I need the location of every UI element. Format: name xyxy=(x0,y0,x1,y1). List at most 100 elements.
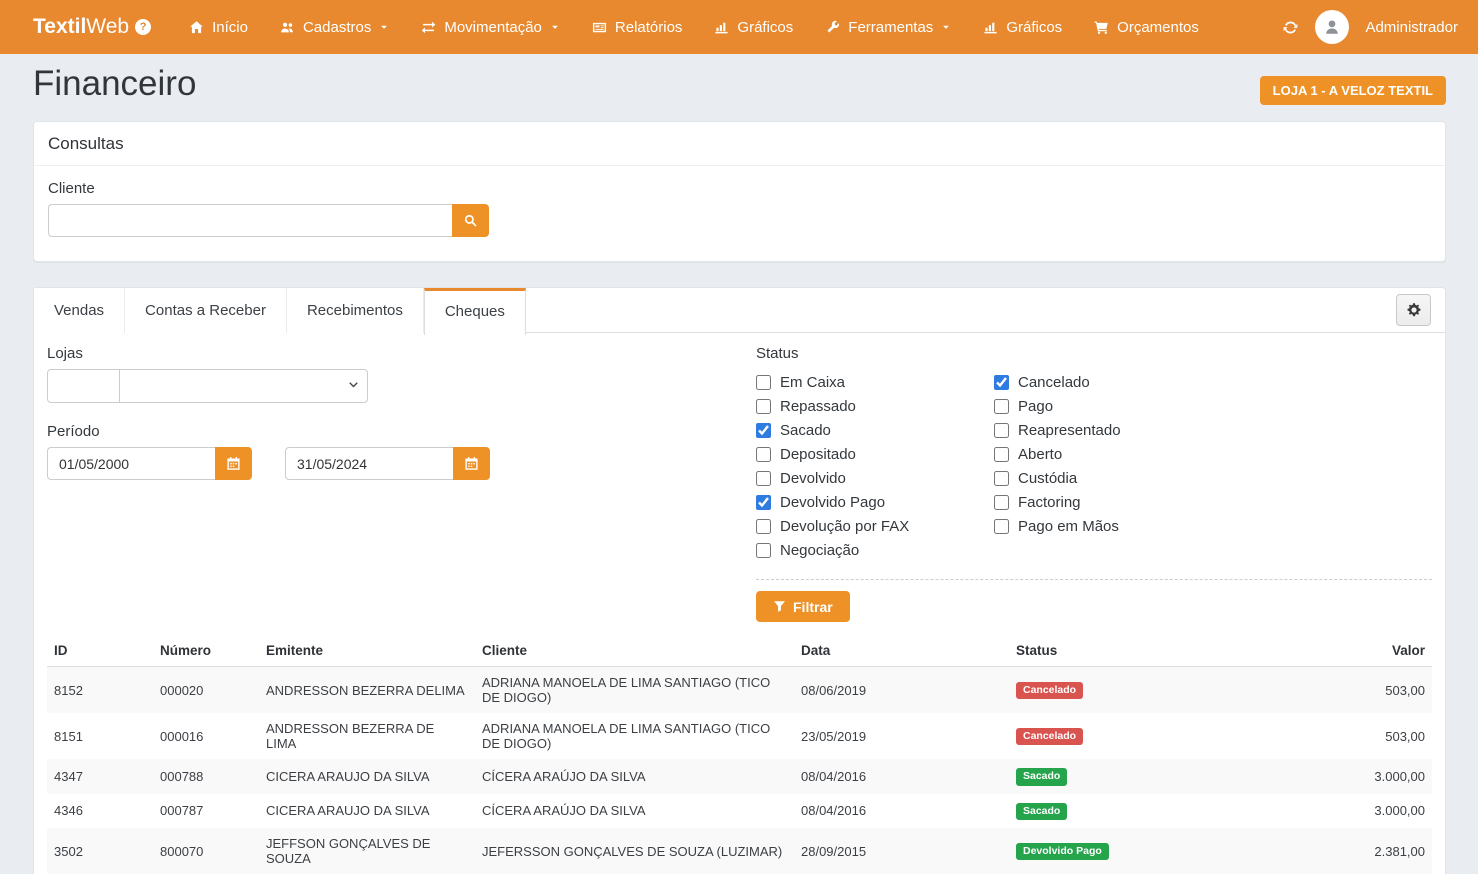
table-row[interactable]: 8151000016ANDRESSON BEZERRA DE LIMAADRIA… xyxy=(47,713,1432,759)
calendar-icon xyxy=(464,456,479,471)
status-checkbox[interactable] xyxy=(994,471,1009,486)
filtrar-button-label: Filtrar xyxy=(793,599,833,615)
status-checkbox[interactable] xyxy=(756,495,771,510)
date-from-input[interactable] xyxy=(47,447,215,480)
status-checkbox-label: Devolução por FAX xyxy=(780,518,909,535)
cell-valor: 3.000,00 xyxy=(1299,794,1432,829)
cell-data: 28/09/2015 xyxy=(794,828,1009,874)
cell-numero: 000788 xyxy=(153,759,259,794)
nav-menu: InícioCadastrosMovimentaçãoRelatóriosGrá… xyxy=(173,0,1215,54)
nav-item-label: Movimentação xyxy=(444,19,542,36)
table-row[interactable]: 4347000788CICERA ARAUJO DA SILVACÍCERA A… xyxy=(47,759,1432,794)
lojas-row xyxy=(47,369,369,403)
status-option-negociação: Negociação xyxy=(756,542,994,559)
lojas-code-input[interactable] xyxy=(47,369,120,403)
status-checkbox-label: Devolvido xyxy=(780,470,846,487)
cell-numero: 000016 xyxy=(153,713,259,759)
status-option-cancelado: Cancelado xyxy=(994,374,1232,391)
consultas-heading: Consultas xyxy=(34,122,1445,166)
status-checkbox[interactable] xyxy=(994,519,1009,534)
table-body: 8152000020ANDRESSON BEZERRA DELIMAADRIAN… xyxy=(47,667,1432,874)
cell-data: 23/05/2019 xyxy=(794,713,1009,759)
table-row[interactable]: 8152000020ANDRESSON BEZERRA DELIMAADRIAN… xyxy=(47,667,1432,714)
cell-emitente: CICERA ARAUJO DA SILVA xyxy=(259,794,475,829)
lojas-label: Lojas xyxy=(47,345,756,362)
tab-vendas[interactable]: Vendas xyxy=(34,288,125,333)
status-checkbox[interactable] xyxy=(756,471,771,486)
status-option-factoring: Factoring xyxy=(994,494,1232,511)
status-checkbox[interactable] xyxy=(756,447,771,462)
status-checkbox[interactable] xyxy=(994,399,1009,414)
cell-valor: 2.381,00 xyxy=(1299,828,1432,874)
status-checkbox-label: Devolvido Pago xyxy=(780,494,885,511)
wrench-icon xyxy=(825,20,840,35)
nav-item-inicio[interactable]: Início xyxy=(173,0,264,54)
nav-item-graficos[interactable]: Gráficos xyxy=(698,0,809,54)
status-checkbox[interactable] xyxy=(756,375,771,390)
status-option-reapresentado: Reapresentado xyxy=(994,422,1232,439)
date-from-calendar-button[interactable] xyxy=(215,447,252,480)
help-icon[interactable]: ? xyxy=(135,19,151,35)
status-badge: Sacado xyxy=(1016,803,1067,821)
cell-numero: 000020 xyxy=(153,667,259,714)
avatar[interactable] xyxy=(1315,10,1349,44)
status-checkbox[interactable] xyxy=(756,519,771,534)
nav-item-relatorios[interactable]: Relatórios xyxy=(576,0,699,54)
nav-item-movimentacao[interactable]: Movimentação xyxy=(405,0,576,54)
cell-data: 08/04/2016 xyxy=(794,759,1009,794)
status-checkbox[interactable] xyxy=(756,543,771,558)
status-checkbox-label: Factoring xyxy=(1018,494,1081,511)
tab-contas-a-receber[interactable]: Contas a Receber xyxy=(125,288,287,333)
refresh-icon[interactable] xyxy=(1282,19,1299,36)
brand-logo[interactable]: TextilWeb ? xyxy=(33,15,151,39)
table-row[interactable]: 3502800070JEFFSON GONÇALVES DE SOUZAJEFE… xyxy=(47,828,1432,874)
date-to-input[interactable] xyxy=(285,447,453,480)
cliente-input[interactable] xyxy=(48,204,452,237)
user-name[interactable]: Administrador xyxy=(1365,19,1458,36)
cell-emitente: JEFFSON GONÇALVES DE SOUZA xyxy=(259,828,475,874)
filtrar-button[interactable]: Filtrar xyxy=(756,591,850,622)
nav-item-ferramentas[interactable]: Ferramentas xyxy=(809,0,967,54)
cell-valor: 3.000,00 xyxy=(1299,759,1432,794)
settings-button[interactable] xyxy=(1396,294,1431,326)
chart-icon xyxy=(983,20,998,35)
main-panel: VendasContas a ReceberRecebimentosCheque… xyxy=(33,287,1446,874)
cell-valor: 503,00 xyxy=(1299,667,1432,714)
cliente-search-button[interactable] xyxy=(452,204,489,237)
cell-id: 8152 xyxy=(47,667,153,714)
cell-cliente: ADRIANA MANOELA DE LIMA SANTIAGO (TICO D… xyxy=(475,667,794,714)
cell-cliente: ADRIANA MANOELA DE LIMA SANTIAGO (TICO D… xyxy=(475,713,794,759)
status-checkbox-label: Custódia xyxy=(1018,470,1077,487)
cell-numero: 000787 xyxy=(153,794,259,829)
status-checkbox[interactable] xyxy=(994,375,1009,390)
nav-item-graficos-2[interactable]: Gráficos xyxy=(967,0,1078,54)
status-label: Status xyxy=(756,345,1432,362)
tab-recebimentos[interactable]: Recebimentos xyxy=(287,288,424,333)
nav-item-orcamentos[interactable]: Orçamentos xyxy=(1078,0,1215,54)
status-checkbox[interactable] xyxy=(994,495,1009,510)
cell-status: Cancelado xyxy=(1009,713,1299,759)
cart-icon xyxy=(1094,20,1109,35)
tab-cheques[interactable]: Cheques xyxy=(424,288,526,335)
cell-emitente: CICERA ARAUJO DA SILVA xyxy=(259,759,475,794)
status-option-pago: Pago xyxy=(994,398,1232,415)
date-to-calendar-button[interactable] xyxy=(453,447,490,480)
periodo-label: Período xyxy=(47,423,756,440)
lojas-select[interactable] xyxy=(119,369,368,403)
status-checkbox[interactable] xyxy=(756,423,771,438)
cell-status: Sacado xyxy=(1009,759,1299,794)
table-row[interactable]: 4346000787CICERA ARAUJO DA SILVACÍCERA A… xyxy=(47,794,1432,829)
status-checkbox[interactable] xyxy=(994,447,1009,462)
nav-item-label: Início xyxy=(212,19,248,36)
column-header-número: Número xyxy=(153,637,259,667)
status-checkbox[interactable] xyxy=(756,399,771,414)
store-button[interactable]: LOJA 1 - A VELOZ TEXTIL xyxy=(1260,76,1446,105)
nav-item-cadastros[interactable]: Cadastros xyxy=(264,0,405,54)
column-header-status: Status xyxy=(1009,637,1299,667)
status-checkbox-columns: Em CaixaRepassadoSacadoDepositadoDevolvi… xyxy=(756,374,1432,566)
calendar-icon xyxy=(226,456,241,471)
cell-valor: 503,00 xyxy=(1299,713,1432,759)
status-checkbox[interactable] xyxy=(994,423,1009,438)
column-header-id: ID xyxy=(47,637,153,667)
cell-emitente: ANDRESSON BEZERRA DELIMA xyxy=(259,667,475,714)
